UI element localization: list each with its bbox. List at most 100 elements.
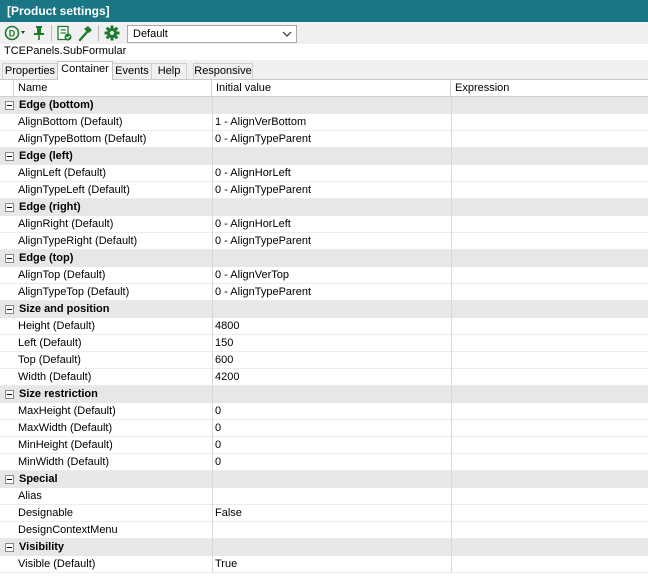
property-value[interactable]: 4800 bbox=[215, 320, 447, 332]
toolbar-separator bbox=[51, 25, 52, 41]
property-name: AlignTypeBottom (Default) bbox=[18, 133, 147, 145]
property-value[interactable]: 600 bbox=[215, 354, 447, 366]
variant-select[interactable]: Default bbox=[127, 25, 297, 43]
tab-help[interactable]: Help bbox=[151, 63, 187, 79]
collapse-icon[interactable] bbox=[5, 475, 14, 484]
component-name: TCEPanels.SubFormular bbox=[4, 45, 127, 57]
category-row[interactable]: Edge (right) bbox=[0, 199, 648, 216]
column-divider bbox=[212, 97, 213, 573]
category-name: Visibility bbox=[19, 541, 65, 553]
property-name: AlignTypeRight (Default) bbox=[18, 235, 138, 247]
property-value[interactable]: False bbox=[215, 507, 447, 519]
property-name: MaxHeight (Default) bbox=[18, 405, 116, 417]
property-row[interactable]: Height (Default) 4800 bbox=[0, 318, 648, 335]
property-name: AlignTypeTop (Default) bbox=[18, 286, 130, 298]
category-row[interactable]: Special bbox=[0, 471, 648, 488]
header-expression[interactable]: Expression bbox=[451, 80, 648, 97]
property-row[interactable]: AlignTypeLeft (Default) 0 - AlignTypePare… bbox=[0, 182, 648, 199]
tab-bar: Properties Container Events Help Respons… bbox=[0, 60, 648, 80]
property-value[interactable]: 0 - AlignTypeParent bbox=[215, 286, 447, 298]
collapse-icon[interactable] bbox=[5, 254, 14, 263]
property-row[interactable]: AlignTypeBottom (Default) 0 - AlignTypePa… bbox=[0, 131, 648, 148]
property-row[interactable]: Top (Default) 600 bbox=[0, 352, 648, 369]
category-name: Edge (left) bbox=[19, 150, 73, 162]
window-title: [Product settings] bbox=[7, 4, 110, 18]
property-name: DesignContextMenu bbox=[18, 524, 118, 536]
property-value[interactable]: 150 bbox=[215, 337, 447, 349]
property-name: MinHeight (Default) bbox=[18, 439, 113, 451]
property-value[interactable]: True bbox=[215, 558, 447, 570]
variant-select-value: Default bbox=[133, 28, 168, 40]
property-row[interactable]: Visible (Default) True bbox=[0, 556, 648, 573]
hammer-icon[interactable] bbox=[77, 25, 93, 42]
collapse-icon[interactable] bbox=[5, 203, 14, 212]
property-name: MinWidth (Default) bbox=[18, 456, 110, 468]
tab-container[interactable]: Container bbox=[57, 61, 113, 80]
collapse-icon[interactable] bbox=[5, 101, 14, 110]
category-name: Size restriction bbox=[19, 388, 98, 400]
property-row[interactable]: DesignContextMenu bbox=[0, 522, 648, 539]
header-name[interactable]: Name bbox=[14, 80, 212, 97]
property-value[interactable]: 0 bbox=[215, 405, 447, 417]
property-row[interactable]: MinWidth (Default) 0 bbox=[0, 454, 648, 471]
property-row[interactable]: Width (Default) 4200 bbox=[0, 369, 648, 386]
category-row[interactable]: Visibility bbox=[0, 539, 648, 556]
property-row[interactable]: MinHeight (Default) 0 bbox=[0, 437, 648, 454]
property-value[interactable]: 1 - AlignVerBottom bbox=[215, 116, 447, 128]
tab-events[interactable]: Events bbox=[112, 63, 152, 79]
property-name: AlignLeft (Default) bbox=[18, 167, 107, 179]
property-value[interactable]: 0 - AlignVerTop bbox=[215, 269, 447, 281]
gear-icon[interactable] bbox=[104, 25, 120, 41]
property-row[interactable]: AlignBottom (Default) 1 - AlignVerBottom bbox=[0, 114, 648, 131]
property-value[interactable]: 0 - AlignTypeParent bbox=[215, 184, 447, 196]
header-spacer bbox=[0, 80, 14, 97]
property-value[interactable]: 0 - AlignTypeParent bbox=[215, 235, 447, 247]
property-name: Alias bbox=[18, 490, 42, 502]
category-row[interactable]: Size and position bbox=[0, 301, 648, 318]
property-name: AlignRight (Default) bbox=[18, 218, 114, 230]
category-row[interactable]: Edge (left) bbox=[0, 148, 648, 165]
collapse-icon[interactable] bbox=[5, 543, 14, 552]
property-value[interactable]: 0 bbox=[215, 439, 447, 451]
property-value[interactable]: 0 - AlignHorLeft bbox=[215, 218, 447, 230]
property-row[interactable]: Designable False bbox=[0, 505, 648, 522]
header-initial-value[interactable]: Initial value bbox=[212, 80, 451, 97]
property-value[interactable]: 4200 bbox=[215, 371, 447, 383]
column-divider bbox=[451, 97, 452, 573]
category-name: Special bbox=[19, 473, 58, 485]
property-row[interactable]: AlignRight (Default) 0 - AlignHorLeft bbox=[0, 216, 648, 233]
property-name: Width (Default) bbox=[18, 371, 92, 383]
property-name: AlignBottom (Default) bbox=[18, 116, 123, 128]
pin-icon[interactable] bbox=[31, 25, 47, 41]
property-value[interactable]: 0 bbox=[215, 422, 447, 434]
category-row[interactable]: Edge (top) bbox=[0, 250, 648, 267]
window-title-bar[interactable]: [Product settings] bbox=[0, 0, 648, 22]
category-row[interactable]: Edge (bottom) bbox=[0, 97, 648, 114]
property-row[interactable]: Left (Default) 150 bbox=[0, 335, 648, 352]
dropdown-circle-icon[interactable]: D bbox=[4, 25, 28, 41]
checklist-icon[interactable] bbox=[56, 25, 72, 41]
category-name: Edge (bottom) bbox=[19, 99, 94, 111]
tab-properties[interactable]: Properties bbox=[2, 63, 58, 79]
category-name: Edge (right) bbox=[19, 201, 81, 213]
category-row[interactable]: Size restriction bbox=[0, 386, 648, 403]
property-row[interactable]: MaxWidth (Default) 0 bbox=[0, 420, 648, 437]
collapse-icon[interactable] bbox=[5, 305, 14, 314]
property-row[interactable]: Alias bbox=[0, 488, 648, 505]
tab-responsive[interactable]: Responsive bbox=[193, 63, 253, 79]
property-row[interactable]: AlignTypeTop (Default) 0 - AlignTypeParen… bbox=[0, 284, 648, 301]
property-name: Left (Default) bbox=[18, 337, 82, 349]
property-value[interactable]: 0 bbox=[215, 456, 447, 468]
property-row[interactable]: AlignTypeRight (Default) 0 - AlignTypePar… bbox=[0, 233, 648, 250]
property-row[interactable]: MaxHeight (Default) 0 bbox=[0, 403, 648, 420]
property-name: Visible (Default) bbox=[18, 558, 96, 570]
property-row[interactable]: AlignLeft (Default) 0 - AlignHorLeft bbox=[0, 165, 648, 182]
property-value[interactable]: 0 - AlignTypeParent bbox=[215, 133, 447, 145]
property-value[interactable]: 0 - AlignHorLeft bbox=[215, 167, 447, 179]
property-row[interactable]: AlignTop (Default) 0 - AlignVerTop bbox=[0, 267, 648, 284]
grid-header: Name Initial value Expression bbox=[0, 80, 648, 97]
collapse-icon[interactable] bbox=[5, 152, 14, 161]
collapse-icon[interactable] bbox=[5, 390, 14, 399]
toolbar: D bbox=[0, 22, 648, 44]
category-name: Size and position bbox=[19, 303, 110, 315]
